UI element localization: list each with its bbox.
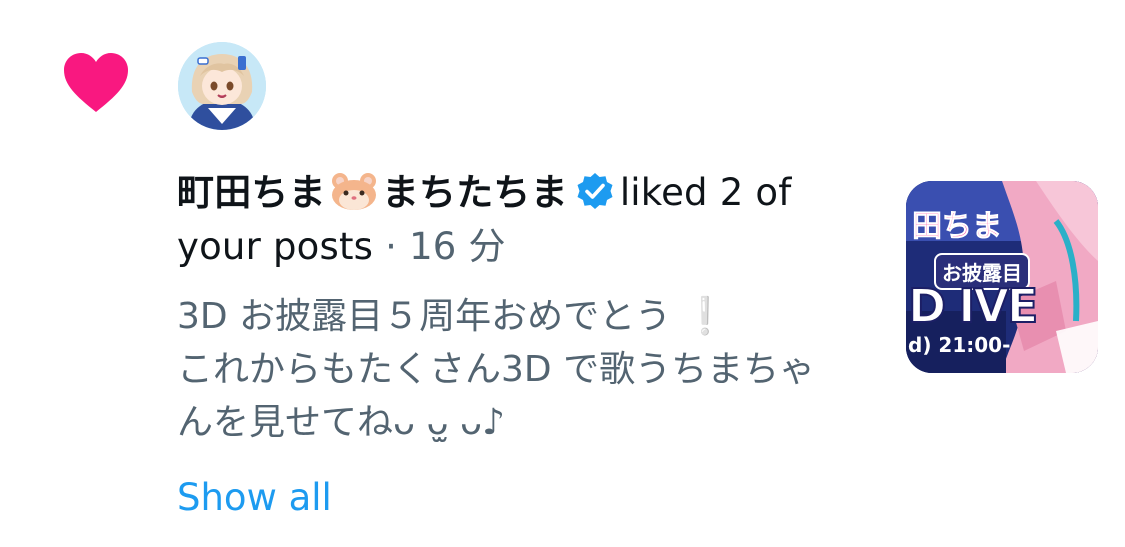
separator-dot: · <box>385 225 398 268</box>
timestamp: 16 分 <box>409 225 506 268</box>
user-name-part1: 町田ちま <box>177 171 326 214</box>
show-all-link[interactable]: Show all <box>177 474 332 522</box>
avatar[interactable] <box>178 42 266 130</box>
media-thumbnail[interactable]: 田ちま お披露目 D IVE d) 21:00- <box>906 181 1098 373</box>
user-name-part2: まちたちま <box>381 171 568 214</box>
post-preview-text: 3D お披露目５周年おめでとう ❕ これからもたくさん3D で歌うちまちゃんを見… <box>177 290 837 449</box>
post-text-emoticon: ᴗ ᴗ̫ ᴗ♪ <box>393 402 505 443</box>
heart-icon <box>64 53 128 112</box>
avatar-image <box>178 42 266 130</box>
verified-badge-icon <box>577 173 613 209</box>
like-notification[interactable]: 町田ちま まちたちま liked 2 of your posts · 16 分 … <box>0 0 1125 547</box>
thumbnail-title-text: D IVE <box>907 278 1039 334</box>
thumbnail-time-text: d) 21:00- <box>908 333 1011 357</box>
thumbnail-name-text: 田ちま <box>912 209 1003 245</box>
notification-headline: 町田ちま まちたちま liked 2 of your posts · 16 分 <box>177 166 847 274</box>
hamster-face-icon <box>331 173 376 210</box>
user-name[interactable]: 町田ちま まちたちま <box>177 171 568 214</box>
